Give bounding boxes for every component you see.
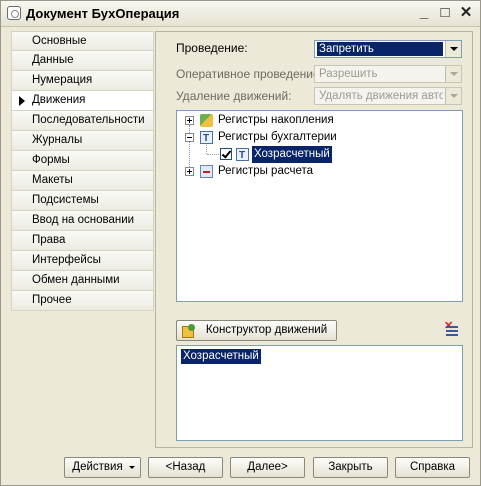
- close-button[interactable]: Закрыть: [313, 457, 388, 478]
- expand-icon[interactable]: [185, 167, 194, 176]
- nav-item-based-on[interactable]: Ввод на основании: [11, 211, 154, 231]
- clear-list-icon[interactable]: ✕: [444, 321, 460, 337]
- next-button[interactable]: Далее>: [230, 457, 305, 478]
- object-icon: [7, 6, 21, 20]
- nav-item-forms[interactable]: Формы: [11, 151, 154, 171]
- accounting-register-icon: [236, 147, 249, 164]
- tree-node-calculation-registers[interactable]: Регистры расчета: [177, 163, 462, 180]
- registers-tree: Регистры накопления Регистры бухгалтерии…: [176, 110, 463, 302]
- expand-icon[interactable]: [185, 116, 194, 125]
- list-line: [446, 330, 458, 332]
- nav-item-numbering[interactable]: Нумерация: [11, 71, 154, 91]
- minimize-button[interactable]: _: [416, 5, 432, 22]
- delete-movements-value: Удалять движения автом: [319, 90, 443, 102]
- list-item[interactable]: Хозрасчетный: [181, 349, 261, 364]
- nav-item-data-exchange[interactable]: Обмен данными: [11, 271, 154, 291]
- tree-node-khozraschetny[interactable]: Хозрасчетный: [177, 146, 462, 164]
- dropdown-arrow-icon: [129, 466, 135, 469]
- title-bar: Документ БухОперация _ □ ✕: [1, 1, 480, 27]
- chevron-down-icon[interactable]: [445, 41, 461, 57]
- accounting-register-icon: [200, 130, 213, 147]
- delete-movements-label: Удаление движений:: [176, 89, 292, 103]
- actions-menu-button[interactable]: Действия: [64, 457, 141, 478]
- collapse-icon[interactable]: [185, 133, 194, 142]
- nav-item-movements[interactable]: Движения: [11, 91, 154, 111]
- movements-panel: Проведение: Запретить Оперативное провед…: [155, 31, 473, 448]
- help-button[interactable]: Справка: [395, 457, 470, 478]
- section-navigation: Основные Данные Нумерация Движения После…: [11, 31, 154, 311]
- maximize-button[interactable]: □: [437, 5, 453, 22]
- list-line: [446, 334, 458, 336]
- nav-item-rights[interactable]: Права: [11, 231, 154, 251]
- realtime-posting-value: Разрешить: [319, 68, 378, 80]
- realtime-posting-select: Разрешить: [314, 65, 462, 83]
- configuration-window: Документ БухОперация _ □ ✕ Основные Данн…: [0, 0, 481, 486]
- chevron-down-icon: [445, 88, 461, 104]
- movement-registers-list[interactable]: Хозрасчетный: [176, 345, 463, 441]
- constructor-icon: [182, 324, 196, 338]
- calculation-register-icon: [200, 165, 213, 178]
- nav-item-other[interactable]: Прочее: [11, 291, 154, 311]
- nav-item-interfaces[interactable]: Интерфейсы: [11, 251, 154, 271]
- nav-item-templates[interactable]: Макеты: [11, 171, 154, 191]
- nav-item-sequences[interactable]: Последовательности: [11, 111, 154, 131]
- posting-label: Проведение:: [176, 41, 248, 55]
- realtime-posting-label: Оперативное проведение:: [176, 67, 323, 81]
- delete-movements-select: Удалять движения автом: [314, 87, 462, 105]
- nav-item-data[interactable]: Данные: [11, 51, 154, 71]
- back-button[interactable]: <Назад: [148, 457, 223, 478]
- nav-item-subsystems[interactable]: Подсистемы: [11, 191, 154, 211]
- tree-node-accounting-registers[interactable]: Регистры бухгалтерии: [177, 129, 462, 147]
- posting-value: Запретить: [317, 42, 443, 56]
- window-title: Документ БухОперация: [26, 6, 180, 21]
- movements-constructor-button[interactable]: Конструктор движений: [176, 320, 337, 341]
- accumulation-register-icon: [200, 114, 213, 127]
- current-section-arrow-icon: [19, 96, 25, 106]
- posting-select[interactable]: Запретить: [314, 40, 462, 58]
- chevron-down-icon: [445, 66, 461, 82]
- nav-item-main[interactable]: Основные: [11, 31, 154, 51]
- nav-item-journals[interactable]: Журналы: [11, 131, 154, 151]
- close-window-button[interactable]: ✕: [458, 5, 474, 22]
- register-checkbox[interactable]: [220, 148, 232, 160]
- tree-node-accumulation-registers[interactable]: Регистры накопления: [177, 112, 462, 129]
- list-line: [446, 326, 458, 328]
